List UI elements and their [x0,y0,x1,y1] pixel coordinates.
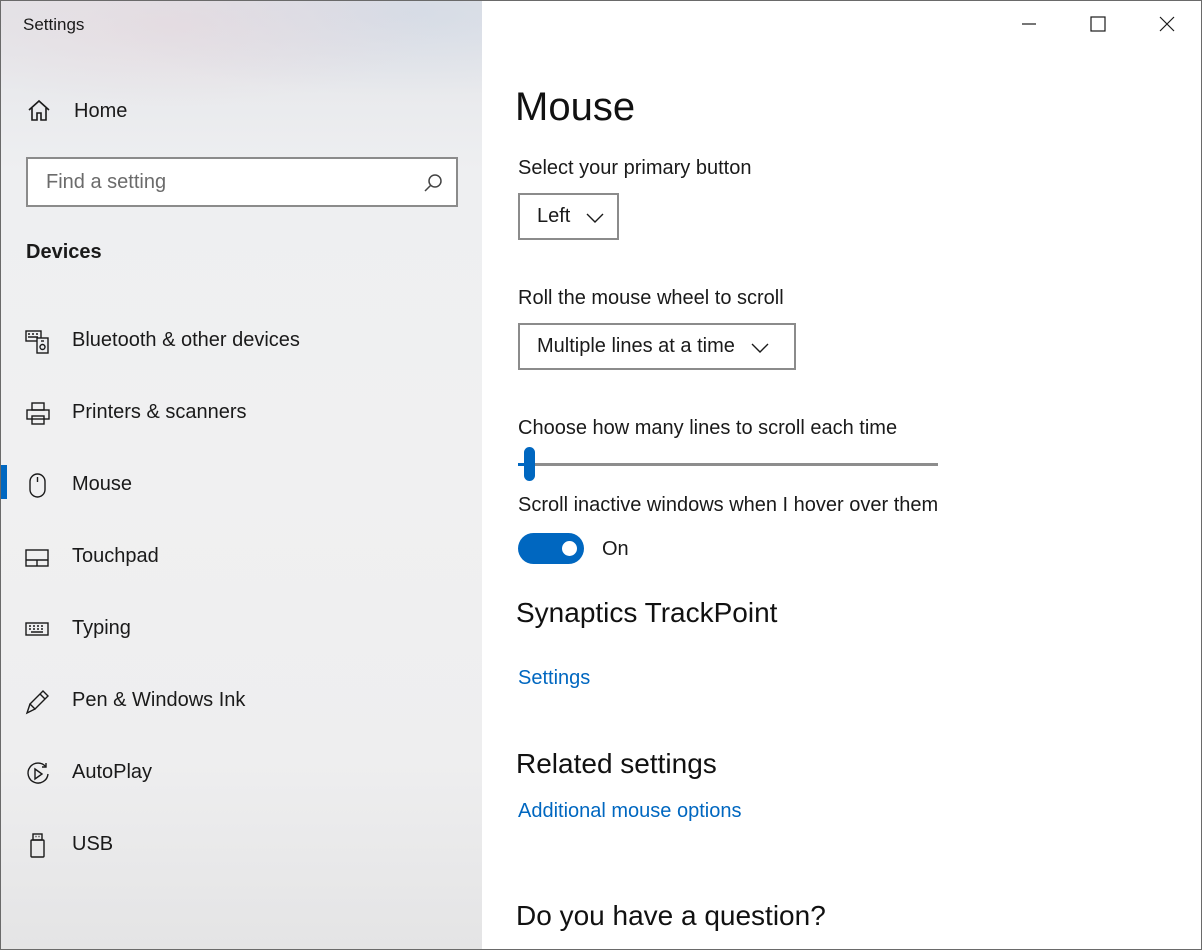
chevron-down-icon [751,341,769,353]
app-title: Settings [23,15,85,34]
printer-icon [25,401,51,427]
search-input[interactable] [44,169,408,195]
sidebar-home-label: Home [74,99,128,122]
trackpoint-settings-link[interactable]: Settings [518,667,590,690]
inactive-scroll-toggle[interactable] [518,533,584,564]
usb-icon [25,833,51,859]
scroll-lines-slider[interactable] [518,447,938,481]
trackpoint-heading: Synaptics TrackPoint [516,597,778,628]
sidebar-item-label: Pen & Windows Ink [72,689,246,711]
sidebar-item-label: Printers & scanners [72,401,247,423]
pen-icon [25,689,51,715]
wheel-scroll-label: Roll the mouse wheel to scroll [518,287,784,309]
sidebar-item-printers[interactable]: Printers & scanners [1,389,482,437]
inactive-scroll-label: Scroll inactive windows when I hover ove… [518,494,939,516]
sidebar-item-label: AutoPlay [72,761,153,783]
sidebar-item-autoplay[interactable]: AutoPlay [1,749,482,797]
bluetooth-devices-icon [25,329,51,355]
slider-thumb[interactable] [524,447,536,481]
sidebar-home[interactable]: Home [25,93,127,129]
sidebar-item-label: Bluetooth & other devices [72,329,300,351]
sidebar: Settings Home Devices [1,1,482,949]
wheel-scroll-dropdown[interactable]: Multiple lines at a time [518,323,796,370]
sidebar-item-pen[interactable]: Pen & Windows Ink [1,677,482,725]
sidebar-item-mouse[interactable]: Mouse [1,461,482,509]
dropdown-value: Multiple lines at a time [537,335,735,357]
scroll-lines-label: Choose how many lines to scroll each tim… [518,417,898,439]
sidebar-item-label: Mouse [72,473,133,495]
sidebar-item-typing[interactable]: Typing [1,605,482,653]
mouse-icon [25,473,51,499]
sidebar-item-label: Touchpad [72,545,159,567]
chevron-down-icon [586,211,604,223]
toggle-state-label: On [602,538,629,560]
section-label-devices: Devices [26,241,102,263]
page-title: Mouse [515,85,636,129]
keyboard-icon [25,617,51,643]
sidebar-item-label: Typing [72,617,131,639]
search-box [26,157,458,207]
primary-button-label: Select your primary button [518,157,752,179]
sidebar-item-usb[interactable]: USB [1,821,482,869]
toggle-knob [562,541,577,556]
sidebar-item-bluetooth[interactable]: Bluetooth & other devices [1,317,482,365]
main-content: Mouse Select your primary button Left Ro… [482,1,1201,949]
settings-window: Settings Home Devices [0,0,1202,950]
primary-button-dropdown[interactable]: Left [518,193,619,240]
question-heading: Do you have a question? [516,900,826,931]
autoplay-icon [25,761,51,787]
touchpad-icon [25,545,51,571]
home-icon [25,97,53,125]
dropdown-value: Left [537,205,571,227]
selection-indicator [1,465,7,499]
additional-mouse-options-link[interactable]: Additional mouse options [518,800,741,823]
sidebar-item-touchpad[interactable]: Touchpad [1,533,482,581]
related-settings-heading: Related settings [516,748,717,779]
search-icon[interactable] [422,172,444,194]
sidebar-item-label: USB [72,833,114,855]
